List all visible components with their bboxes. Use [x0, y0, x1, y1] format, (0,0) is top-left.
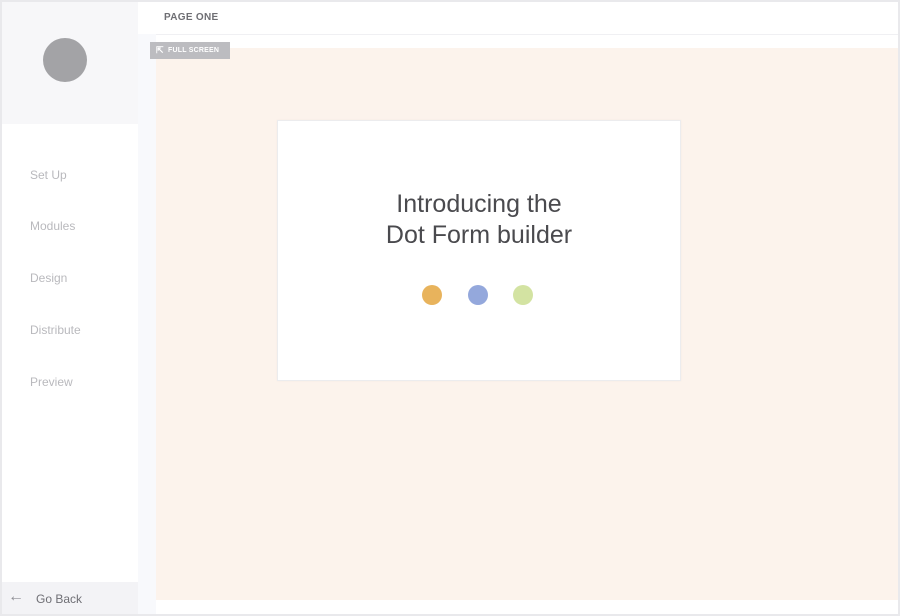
- blue-dot: [468, 285, 488, 305]
- canvas-gutter: [138, 34, 156, 614]
- sidebar-item-preview[interactable]: Preview: [30, 375, 73, 389]
- go-back-button[interactable]: ← Go Back: [2, 582, 138, 614]
- page-title: PAGE ONE: [164, 12, 219, 23]
- full-screen-label: FULL SCREEN: [168, 47, 220, 54]
- full-screen-button[interactable]: ⇱ FULL SCREEN: [150, 42, 230, 59]
- go-back-label: Go Back: [36, 592, 83, 606]
- app-frame: Set Up Modules Design Distribute Preview…: [2, 2, 898, 614]
- orange-dot: [422, 285, 442, 305]
- card-title-line-2: Dot Form builder: [385, 221, 573, 249]
- card-title-line-1: Introducing the: [396, 190, 562, 218]
- top-bar: PAGE ONE: [138, 2, 898, 35]
- sidebar-item-design[interactable]: Design: [30, 271, 67, 285]
- card-title: Introducing the Dot Form builder: [278, 189, 680, 251]
- sidebar-item-set-up[interactable]: Set Up: [30, 168, 67, 182]
- green-dot: [513, 285, 533, 305]
- avatar[interactable]: [43, 38, 87, 82]
- arrow-left-icon: ←: [8, 588, 24, 605]
- intro-card: Introducing the Dot Form builder: [277, 120, 681, 381]
- sidebar: Set Up Modules Design Distribute Preview…: [2, 2, 138, 614]
- sidebar-item-distribute[interactable]: Distribute: [30, 323, 81, 337]
- sidebar-item-modules[interactable]: Modules: [30, 219, 75, 233]
- sidebar-header: [2, 2, 138, 124]
- expand-arrow-icon: ⇱: [156, 45, 164, 55]
